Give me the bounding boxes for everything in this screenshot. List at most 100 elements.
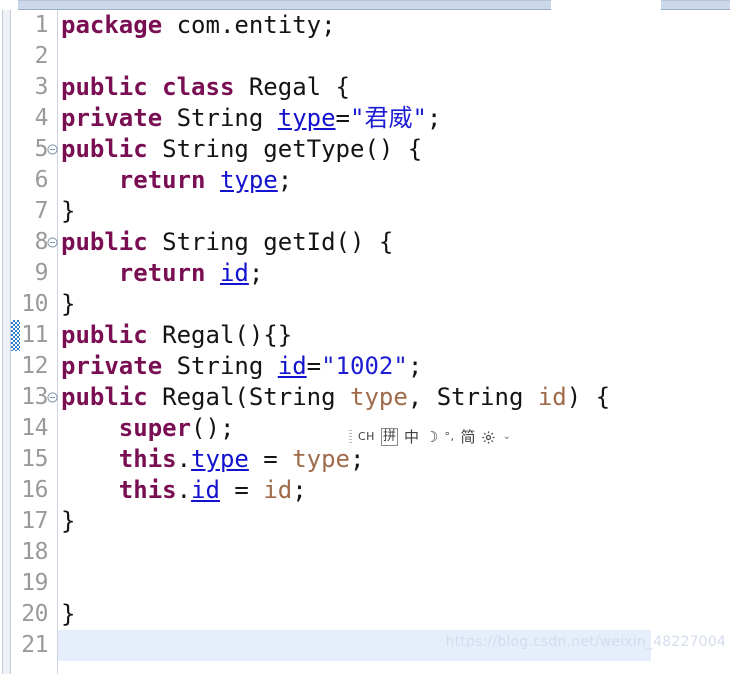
code-line-text: private String id="1002"; (58, 351, 730, 382)
code-line[interactable]: return id; (58, 258, 730, 289)
token-str: "1002" (321, 352, 408, 380)
gutter-row[interactable]: 6 (11, 165, 57, 196)
code-line[interactable]: public String getId() { (58, 227, 730, 258)
line-number: 18 (21, 539, 48, 565)
code-line[interactable]: } (58, 289, 730, 320)
code-line-text: this.type = type; (58, 444, 730, 475)
code-line-text: package com.entity; (58, 10, 730, 41)
code-line-text: private String type="君威"; (58, 103, 730, 134)
line-number: 16 (21, 477, 48, 503)
fold-collapse-icon[interactable] (47, 382, 58, 413)
token-fld: type (277, 104, 336, 132)
line-number: 4 (34, 105, 49, 131)
line-number-gutter[interactable]: 1 2 3 4 5 6 7 8 9 10 11 12 13 14 15 16 17 18 19 20 21 (11, 10, 58, 674)
token-pln: ; (407, 352, 423, 380)
token-pln: = (335, 104, 350, 132)
token-kw: private (61, 352, 163, 380)
gutter-row[interactable]: 5 (11, 134, 58, 165)
code-line[interactable]: public String getType() { (58, 134, 730, 165)
token-pln: Regal(){} (147, 321, 293, 349)
line-number: 12 (21, 353, 48, 379)
ime-floating-toolbar[interactable]: CH 拼中 ☽ °, 简 ⌄ (345, 426, 515, 448)
token-pln: . (176, 476, 192, 504)
code-line-text: public String getType() { (58, 134, 730, 165)
ime-pinyin-mode[interactable]: 拼 (380, 428, 398, 446)
line-number: 9 (34, 260, 49, 286)
gutter-row[interactable]: 16 (11, 475, 57, 506)
ime-language-indicator[interactable]: CH (358, 429, 375, 445)
gutter-row[interactable]: 3 (11, 72, 57, 103)
ime-chinese-mode[interactable]: 中 (404, 429, 419, 445)
code-line[interactable]: public Regal(String type, String id) { (58, 382, 730, 413)
code-editor-window: 1 2 3 4 5 6 7 8 9 10 11 12 13 14 15 16 17 18 19 20 21 packag… (0, 0, 730, 674)
gutter-row[interactable]: 9 (11, 258, 57, 289)
code-line[interactable] (58, 537, 730, 568)
token-kw: public (61, 321, 148, 349)
code-line[interactable]: public Regal(){} (58, 320, 730, 351)
gutter-row[interactable]: 10 (11, 289, 57, 320)
top-scrollbar-right-segment[interactable] (661, 0, 730, 10)
gutter-row[interactable]: 17 (11, 506, 57, 537)
gutter-row[interactable]: 20 (11, 599, 57, 630)
ime-drag-handle-icon[interactable] (349, 429, 352, 445)
token-kw: public (61, 135, 148, 163)
line-number: 7 (34, 198, 49, 224)
token-pln: ; (248, 259, 264, 287)
ime-punctuation-mode[interactable]: °, (444, 429, 454, 445)
top-scrollbar-left-segment[interactable] (18, 0, 551, 10)
token-pln: } (61, 197, 76, 225)
code-line[interactable] (58, 568, 730, 599)
code-line[interactable]: } (58, 196, 730, 227)
token-kw: class (162, 73, 235, 101)
token-fld: type (191, 445, 249, 473)
gutter-row[interactable]: 12 (11, 351, 57, 382)
token-prm: id (263, 476, 293, 504)
gutter-row[interactable]: 14 (11, 413, 57, 444)
gutter-row[interactable]: 18 (11, 537, 57, 568)
line-number: 2 (34, 43, 49, 69)
gutter-row[interactable]: 11 (11, 320, 57, 351)
token-pln: } (61, 290, 76, 318)
line-number: 15 (21, 446, 48, 472)
token-pln: ; (277, 166, 293, 194)
token-pln: = (306, 352, 322, 380)
code-line[interactable]: this.type = type; (58, 444, 730, 475)
token-kw: public (61, 73, 148, 101)
token-typ: String (162, 352, 278, 380)
gutter-row[interactable]: 7 (11, 196, 57, 227)
gutter-row[interactable]: 8 (11, 227, 58, 258)
code-text-area[interactable]: package com.entity; public class Regal {p… (58, 10, 730, 674)
code-line[interactable]: } (58, 599, 730, 630)
token-pln: ; (426, 104, 442, 132)
code-line[interactable]: } (58, 506, 730, 537)
ime-tone-mode[interactable]: ☽ (425, 429, 438, 445)
gutter-row[interactable]: 21 (11, 630, 57, 661)
token-fld: id (277, 352, 307, 380)
code-line[interactable]: return type; (58, 165, 730, 196)
token-kw: public (61, 228, 148, 256)
gutter-row[interactable]: 2 (11, 41, 57, 72)
ime-expand-caret[interactable]: ⌄ (502, 432, 510, 442)
line-number: 3 (34, 74, 49, 100)
code-line[interactable] (58, 41, 730, 72)
token-typ: Regal(String (147, 383, 350, 411)
token-pln: } (61, 600, 76, 628)
code-line-text: public Regal(){} (58, 320, 730, 351)
line-number: 19 (21, 570, 48, 596)
code-line[interactable]: public class Regal { (58, 72, 730, 103)
gutter-row[interactable]: 19 (11, 568, 57, 599)
token-prm: type (292, 445, 350, 473)
fold-collapse-icon[interactable] (47, 227, 58, 258)
ime-simplified-mode[interactable]: 简 (460, 429, 475, 445)
fold-collapse-icon[interactable] (47, 134, 58, 165)
gutter-row[interactable]: 15 (11, 444, 57, 475)
gutter-row[interactable]: 1 (11, 10, 57, 41)
gutter-row[interactable]: 4 (11, 103, 57, 134)
gear-icon[interactable] (481, 430, 496, 445)
token-pln: = (248, 445, 293, 473)
code-line[interactable]: this.id = id; (58, 475, 730, 506)
code-line[interactable]: private String id="1002"; (58, 351, 730, 382)
gutter-row[interactable]: 13 (11, 382, 58, 413)
code-line[interactable]: private String type="君威"; (58, 103, 730, 134)
code-line[interactable]: package com.entity; (58, 10, 730, 41)
